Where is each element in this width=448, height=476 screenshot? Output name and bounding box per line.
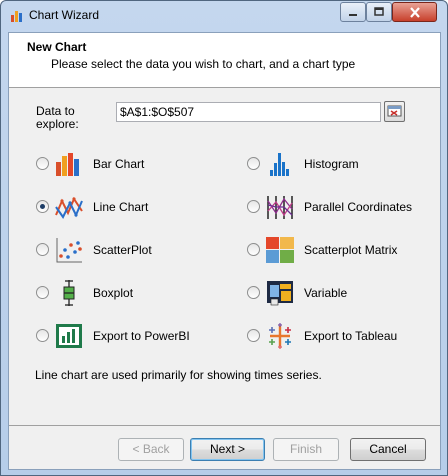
footer-divider	[9, 425, 440, 426]
option-label: Scatterplot Matrix	[304, 243, 398, 257]
range-select-button[interactable]	[384, 101, 405, 122]
option-boxplot[interactable]: Boxplot	[36, 279, 216, 307]
option-scatterplot-matrix[interactable]: Scatterplot Matrix	[247, 236, 427, 264]
close-button[interactable]	[392, 2, 437, 22]
range-picker-icon	[387, 105, 402, 117]
option-label: Export to Tableau	[304, 329, 398, 343]
line-chart-icon	[55, 196, 83, 219]
data-range-input[interactable]	[116, 102, 381, 122]
option-label: Bar Chart	[93, 157, 145, 171]
option-line-chart[interactable]: Line Chart	[36, 193, 216, 221]
variable-icon	[267, 281, 293, 306]
option-export-tableau[interactable]: Export to Tableau	[247, 322, 427, 350]
page-subtitle: Please select the data you wish to chart…	[51, 57, 356, 71]
maximize-button[interactable]	[366, 2, 392, 22]
title-bar[interactable]: Chart Wizard	[1, 1, 447, 31]
scatterplot-matrix-icon	[266, 237, 294, 263]
option-histogram[interactable]: Histogram	[247, 150, 427, 178]
cancel-button[interactable]: Cancel	[350, 438, 426, 461]
chart-type-description: Line chart are used primarily for showin…	[35, 368, 322, 382]
maximize-icon	[374, 7, 384, 16]
radio-scatterplot[interactable]	[36, 243, 49, 256]
histogram-icon	[270, 153, 289, 176]
option-parallel-coordinates[interactable]: Parallel Coordinates	[247, 193, 427, 221]
page-title: New Chart	[27, 40, 87, 54]
powerbi-icon	[56, 324, 82, 348]
radio-bar-chart[interactable]	[36, 157, 49, 170]
data-range-label: Data to explore:	[36, 104, 79, 131]
option-scatterplot[interactable]: ScatterPlot	[36, 236, 216, 264]
option-export-powerbi[interactable]: Export to PowerBI	[36, 322, 216, 350]
option-label: Parallel Coordinates	[304, 200, 413, 214]
option-label: Line Chart	[93, 200, 149, 214]
scatterplot-icon	[56, 238, 82, 263]
app-chart-icon	[11, 11, 22, 22]
parallel-coordinates-icon	[267, 196, 293, 219]
radio-parallel-coordinates[interactable]	[247, 200, 260, 213]
bar-chart-icon	[56, 153, 79, 176]
next-button[interactable]: Next >	[190, 438, 265, 461]
finish-button[interactable]: Finish	[273, 438, 339, 461]
minimize-button[interactable]	[340, 2, 366, 22]
option-bar-chart[interactable]: Bar Chart	[36, 150, 216, 178]
option-label: ScatterPlot	[93, 243, 152, 257]
boxplot-icon	[63, 280, 75, 306]
back-button[interactable]: < Back	[118, 438, 184, 461]
option-label: Boxplot	[93, 286, 134, 300]
minimize-icon	[349, 14, 357, 16]
radio-scatterplot-matrix[interactable]	[247, 243, 260, 256]
option-label: Histogram	[304, 157, 359, 171]
window-title: Chart Wizard	[29, 8, 100, 22]
wizard-header: New Chart Please select the data you wis…	[9, 33, 440, 88]
radio-variable[interactable]	[247, 286, 260, 299]
wizard-body: New Chart Please select the data you wis…	[8, 32, 441, 470]
radio-export-tableau[interactable]	[247, 329, 260, 342]
option-label: Export to PowerBI	[93, 329, 190, 343]
radio-export-powerbi[interactable]	[36, 329, 49, 342]
radio-line-chart[interactable]	[36, 200, 49, 213]
option-variable[interactable]: Variable	[247, 279, 427, 307]
radio-boxplot[interactable]	[36, 286, 49, 299]
radio-histogram[interactable]	[247, 157, 260, 170]
tableau-icon	[269, 323, 291, 349]
chart-wizard-window: Chart Wizard New Chart Please select the…	[0, 0, 448, 476]
close-icon	[409, 6, 420, 18]
option-label: Variable	[304, 286, 348, 300]
